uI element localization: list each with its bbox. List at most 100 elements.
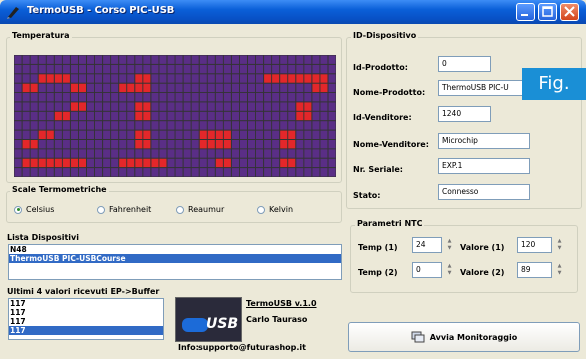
temp2-field[interactable]: 0 <box>412 262 442 278</box>
figure-badge: Fig. <box>522 68 586 100</box>
led-dot-off <box>103 121 111 130</box>
led-dot-off <box>239 158 247 168</box>
buffer-listbox[interactable]: 117 117 117 117 <box>8 298 164 340</box>
led-dot-off <box>256 140 264 149</box>
led-dot-on <box>296 111 304 121</box>
led-dot-off <box>167 149 175 158</box>
led-dot-off <box>87 168 95 177</box>
led-dot-off <box>30 74 38 83</box>
led-dot-off <box>151 130 159 139</box>
led-dot-off <box>320 149 328 158</box>
maximize-button[interactable] <box>538 3 557 21</box>
led-dot-off <box>320 93 328 102</box>
buffer-label: Ultimi 4 valori ricevuti EP->Buffer <box>7 287 160 296</box>
led-dot-off <box>87 64 95 74</box>
radio-fahrenheit[interactable]: Fahrenheit <box>97 205 151 214</box>
app-version: TermoUSB v.1.0 <box>246 299 317 308</box>
led-dot-off <box>199 121 207 130</box>
minimize-button[interactable] <box>516 3 535 21</box>
title-bar[interactable]: TermoUSB - Corso PIC-USB <box>0 0 586 24</box>
led-dot-off <box>14 149 22 158</box>
serial-field[interactable]: EXP.1 <box>438 158 530 174</box>
product-name-field[interactable]: ThermoUSB PIC-U <box>438 80 530 96</box>
led-dot-off <box>183 111 191 121</box>
list-item[interactable]: 117 <box>9 299 163 308</box>
led-dot-off <box>70 55 78 64</box>
list-item[interactable]: ThermoUSB PIC-USBCourse <box>9 254 341 263</box>
led-dot-off <box>22 93 30 102</box>
led-dot-off <box>111 111 119 121</box>
val2-field[interactable]: 89 <box>517 262 552 278</box>
led-dot-on <box>135 111 143 121</box>
list-item[interactable]: 117 <box>9 308 163 317</box>
status-field[interactable]: Connesso <box>438 184 530 200</box>
temp1-spinner[interactable]: ▲ ▼ <box>445 238 454 252</box>
led-dot-off <box>127 102 135 111</box>
led-dot-off <box>256 64 264 74</box>
led-dot-off <box>223 64 231 74</box>
led-dot-off <box>87 93 95 102</box>
led-dot-off <box>111 158 119 168</box>
led-dot-off <box>62 121 70 130</box>
led-dot-off <box>248 93 256 102</box>
close-button[interactable] <box>560 3 579 21</box>
led-dot-off <box>103 74 111 83</box>
led-dot-off <box>119 130 127 139</box>
led-dot-off <box>328 140 336 149</box>
led-dot-off <box>296 121 304 130</box>
led-dot-off <box>70 140 78 149</box>
radio-reaumur[interactable]: Reaumur <box>176 205 224 214</box>
led-dot-off <box>70 121 78 130</box>
led-dot-off <box>87 74 95 83</box>
led-dot-off <box>256 83 264 93</box>
led-dot-off <box>175 130 183 139</box>
val2-spinner[interactable]: ▲ ▼ <box>555 263 564 277</box>
led-dot-off <box>70 130 78 139</box>
led-dot-off <box>135 93 143 102</box>
list-item[interactable]: 117 <box>9 317 163 326</box>
product-id-field[interactable]: 0 <box>438 56 491 72</box>
led-dot-off <box>248 102 256 111</box>
led-dot-off <box>199 158 207 168</box>
led-dot-off <box>296 140 304 149</box>
val1-spinner[interactable]: ▲ ▼ <box>555 238 564 252</box>
led-dot-off <box>95 111 103 121</box>
start-monitoring-button[interactable]: Avvia Monitoraggio <box>348 322 580 352</box>
led-dot-off <box>191 55 199 64</box>
support-email[interactable]: supporto@futurashop.it <box>198 343 306 352</box>
led-dot-off <box>111 55 119 64</box>
led-dot-off <box>103 64 111 74</box>
led-dot-off <box>304 158 312 168</box>
temp2-spinner[interactable]: ▲ ▼ <box>445 263 454 277</box>
val1-field[interactable]: 120 <box>517 237 552 253</box>
temp1-field[interactable]: 24 <box>412 237 442 253</box>
led-dot-off <box>135 55 143 64</box>
led-dot-off <box>103 55 111 64</box>
led-dot-on <box>143 102 151 111</box>
devices-listbox[interactable]: N48 ThermoUSB PIC-USBCourse <box>8 244 342 280</box>
temperature-group-label: Temperatura <box>10 31 72 40</box>
temp1-label: Temp (1) <box>358 243 398 252</box>
led-dot-off <box>62 130 70 139</box>
led-dot-on <box>22 83 30 93</box>
list-item[interactable]: 117 <box>9 326 163 335</box>
vendor-id-field[interactable]: 1240 <box>438 106 491 122</box>
led-dot-off <box>264 121 272 130</box>
vendor-name-field[interactable]: Microchip <box>438 133 530 149</box>
led-dot-off <box>248 121 256 130</box>
led-dot-off <box>256 55 264 64</box>
led-dot-off <box>304 121 312 130</box>
radio-celsius[interactable]: Celsius <box>14 205 54 214</box>
radio-kelvin[interactable]: Kelvin <box>257 205 293 214</box>
led-dot-off <box>328 130 336 139</box>
led-dot-off <box>14 158 22 168</box>
led-dot-off <box>143 121 151 130</box>
list-item[interactable]: N48 <box>9 245 341 254</box>
led-dot-on <box>127 158 135 168</box>
led-dot-off <box>78 93 86 102</box>
val1-label: Valore (1) <box>460 243 505 252</box>
led-dot-off <box>30 102 38 111</box>
led-dot-off <box>288 64 296 74</box>
led-dot-off <box>95 130 103 139</box>
led-dot-off <box>46 111 54 121</box>
